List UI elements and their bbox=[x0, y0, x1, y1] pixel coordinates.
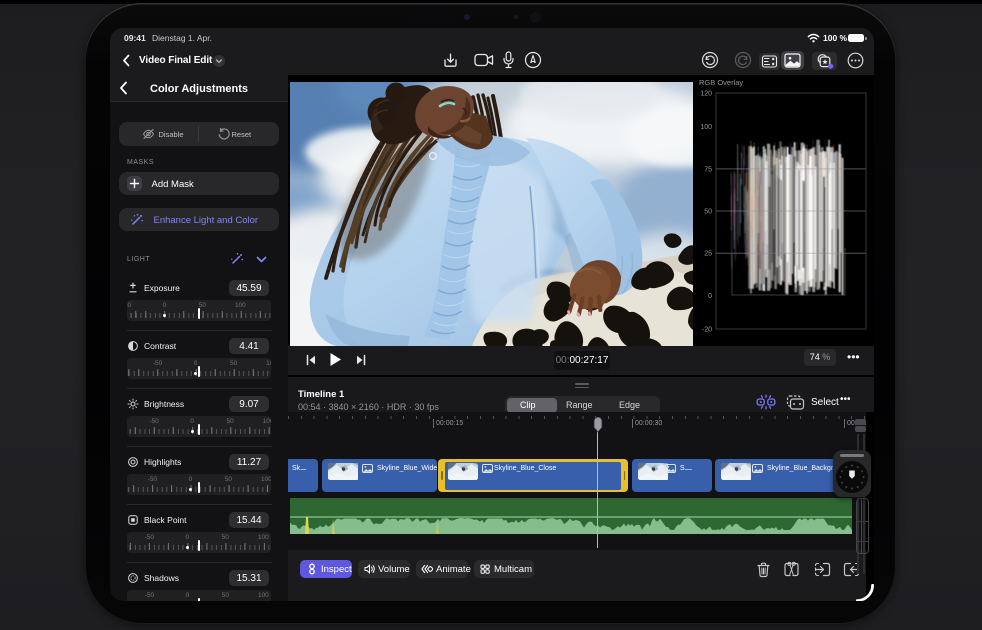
svg-text:120: 120 bbox=[700, 91, 712, 98]
svg-text:0: 0 bbox=[708, 293, 712, 300]
svg-text:75: 75 bbox=[704, 166, 712, 173]
svg-text:25: 25 bbox=[704, 251, 712, 258]
svg-text:-20: -20 bbox=[702, 327, 712, 334]
svg-text:50: 50 bbox=[704, 209, 712, 216]
svg-text:100: 100 bbox=[700, 124, 712, 131]
svg-text:RGB Overlay: RGB Overlay bbox=[699, 78, 743, 87]
